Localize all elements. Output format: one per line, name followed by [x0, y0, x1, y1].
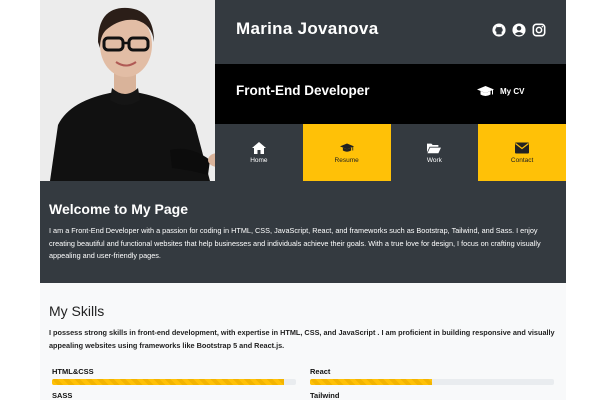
my-cv-link[interactable]: My CV: [477, 86, 524, 97]
user-circle-icon: [512, 23, 526, 37]
site-owner-name: Marina Jovanova: [236, 19, 379, 38]
nav-contact[interactable]: Contact: [478, 124, 566, 181]
skill-html-css: HTML&CSS: [52, 367, 296, 385]
envelope-icon: [515, 142, 530, 153]
skill-progress-track: [52, 379, 296, 385]
skills-text: I possess strong skills in front-end dev…: [49, 328, 555, 350]
welcome-section: Welcome to My Page I am a Front-End Deve…: [40, 181, 566, 283]
graduation-cap-icon: [477, 86, 494, 96]
folder-open-icon: [427, 143, 442, 153]
skill-progress-track: [310, 379, 554, 385]
instagram-icon: [532, 23, 546, 37]
skills-section: My Skills I possess strong skills in fro…: [40, 283, 566, 400]
skill-label: HTML&CSS: [52, 367, 94, 376]
job-title: Front-End Developer: [236, 83, 370, 98]
nav-home[interactable]: Home: [215, 124, 303, 181]
skills-title: My Skills: [49, 303, 105, 319]
skill-label: React: [310, 367, 331, 376]
nav-work-label: Work: [426, 156, 442, 164]
graduation-cap-icon: [339, 142, 354, 152]
name-bar: Marina Jovanova: [215, 0, 566, 64]
home-icon: [251, 141, 266, 154]
main-nav: Home Resume Work Contact: [215, 124, 566, 181]
github-link[interactable]: [492, 23, 506, 37]
skill-label: Tailwind: [310, 391, 340, 400]
social-links: [492, 23, 546, 37]
nav-work[interactable]: Work: [390, 124, 479, 181]
welcome-text: I am a Front-End Developer with a passio…: [49, 226, 541, 260]
skill-progress-fill: [52, 379, 284, 385]
nav-home-label: Home: [250, 156, 268, 164]
skill-progress-fill: [310, 379, 432, 385]
github-icon: [492, 23, 506, 37]
nav-resume[interactable]: Resume: [302, 124, 391, 181]
my-cv-label: My CV: [500, 87, 525, 96]
page: Marina Jovanova Front-End Developer My C…: [40, 0, 566, 400]
profile-photo-illustration: [40, 0, 215, 181]
profile-link[interactable]: [512, 23, 526, 37]
welcome-title: Welcome to My Page: [49, 201, 189, 217]
skill-tailwind: Tailwind: [310, 391, 554, 403]
nav-contact-label: Contact: [510, 156, 534, 164]
nav-resume-label: Resume: [334, 156, 359, 164]
title-bar: Front-End Developer My CV: [215, 64, 566, 124]
profile-photo: [40, 0, 215, 181]
header: Marina Jovanova Front-End Developer My C…: [40, 0, 566, 181]
instagram-link[interactable]: [532, 23, 546, 37]
skill-react: React: [310, 367, 554, 385]
skill-label: SASS: [52, 391, 73, 400]
skill-sass: SASS: [52, 391, 296, 403]
